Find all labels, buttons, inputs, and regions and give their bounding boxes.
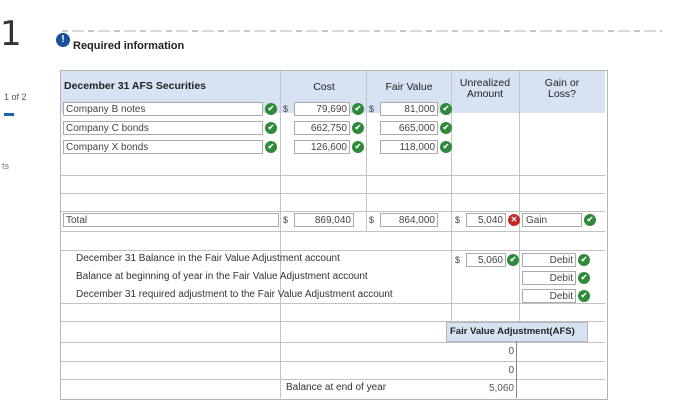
check-icon: ✔ xyxy=(265,141,277,153)
required-information-label[interactable]: Required information xyxy=(73,40,184,52)
total-cost-field[interactable]: 869,040 xyxy=(294,213,354,227)
december-balance-field[interactable]: 5,060 xyxy=(466,253,506,267)
cost-field[interactable]: 79,690 xyxy=(294,102,350,116)
check-icon: ✔ xyxy=(352,122,364,134)
balance-end-label: Balance at end of year xyxy=(286,382,387,393)
currency-symbol: $ xyxy=(283,104,289,114)
cost-field[interactable]: 126,600 xyxy=(294,140,350,154)
t-account-value[interactable]: 5,060 xyxy=(472,383,514,394)
currency-symbol: $ xyxy=(283,215,289,225)
currency-symbol: $ xyxy=(369,215,375,225)
check-icon: ✔ xyxy=(578,272,590,284)
header-gain-loss: Gain or Loss? xyxy=(520,78,604,100)
header-gain-loss-line2: Loss? xyxy=(547,88,577,100)
gain-loss-select[interactable]: Gain xyxy=(522,213,582,227)
adjustment-label: December 31 required adjustment to the F… xyxy=(76,289,393,300)
blurred-instructions xyxy=(62,30,662,32)
currency-symbol: $ xyxy=(455,215,461,225)
check-icon: ✔ xyxy=(440,141,452,153)
check-icon: ✔ xyxy=(578,254,590,266)
fair-value-field[interactable]: 81,000 xyxy=(380,102,438,116)
t-account-title: Fair Value Adjustment(AFS) xyxy=(450,326,575,337)
fair-value-field[interactable]: 118,000 xyxy=(380,140,438,154)
info-icon: ! xyxy=(56,33,70,47)
check-icon: ✔ xyxy=(440,103,452,115)
currency-symbol: $ xyxy=(455,255,461,265)
check-icon: ✔ xyxy=(584,214,596,226)
currency-symbol: $ xyxy=(369,104,375,114)
check-icon: ✔ xyxy=(440,122,452,134)
header-securities: December 31 AFS Securities xyxy=(64,80,207,92)
t-account-value[interactable]: 0 xyxy=(472,365,514,376)
page-progress-bar xyxy=(4,113,14,116)
security-name-field[interactable]: Company X bonds xyxy=(63,140,263,154)
check-icon: ✔ xyxy=(265,103,277,115)
page-indicator[interactable]: 1 of 2 xyxy=(4,92,27,102)
adjustment-label: December 31 Balance in the Fair Value Ad… xyxy=(76,253,340,264)
security-name-field[interactable]: Company B notes xyxy=(63,102,263,116)
check-icon: ✔ xyxy=(578,290,590,302)
header-unrealized: Unrealized Amount xyxy=(452,78,518,100)
security-name-field[interactable]: Company C bonds xyxy=(63,121,263,135)
header-cost: Cost xyxy=(313,81,335,93)
check-icon: ✔ xyxy=(352,103,364,115)
check-icon: ✔ xyxy=(265,122,277,134)
total-unrealized-field[interactable]: 5,040 xyxy=(466,213,506,227)
worksheet-table xyxy=(60,70,608,400)
debit-credit-select[interactable]: Debit xyxy=(522,271,576,285)
debit-credit-select[interactable]: Debit xyxy=(522,253,576,267)
total-fair-value-field[interactable]: 864,000 xyxy=(380,213,438,227)
header-fair-value: Fair Value xyxy=(385,81,433,93)
total-label-field[interactable]: Total xyxy=(63,213,279,227)
header-unrealized-line2: Amount xyxy=(466,88,504,100)
check-icon: ✔ xyxy=(352,141,364,153)
t-account-value[interactable]: 0 xyxy=(472,346,514,357)
incorrect-icon: ✕ xyxy=(508,214,520,226)
question-number: 1 xyxy=(0,14,22,54)
debit-credit-select[interactable]: Debit xyxy=(522,289,576,303)
fair-value-field[interactable]: 665,000 xyxy=(380,121,438,135)
adjustment-label: Balance at beginning of year in the Fair… xyxy=(76,271,368,282)
check-icon: ✔ xyxy=(507,254,519,266)
side-text-fragment: ts xyxy=(2,161,10,171)
cost-field[interactable]: 662,750 xyxy=(294,121,350,135)
